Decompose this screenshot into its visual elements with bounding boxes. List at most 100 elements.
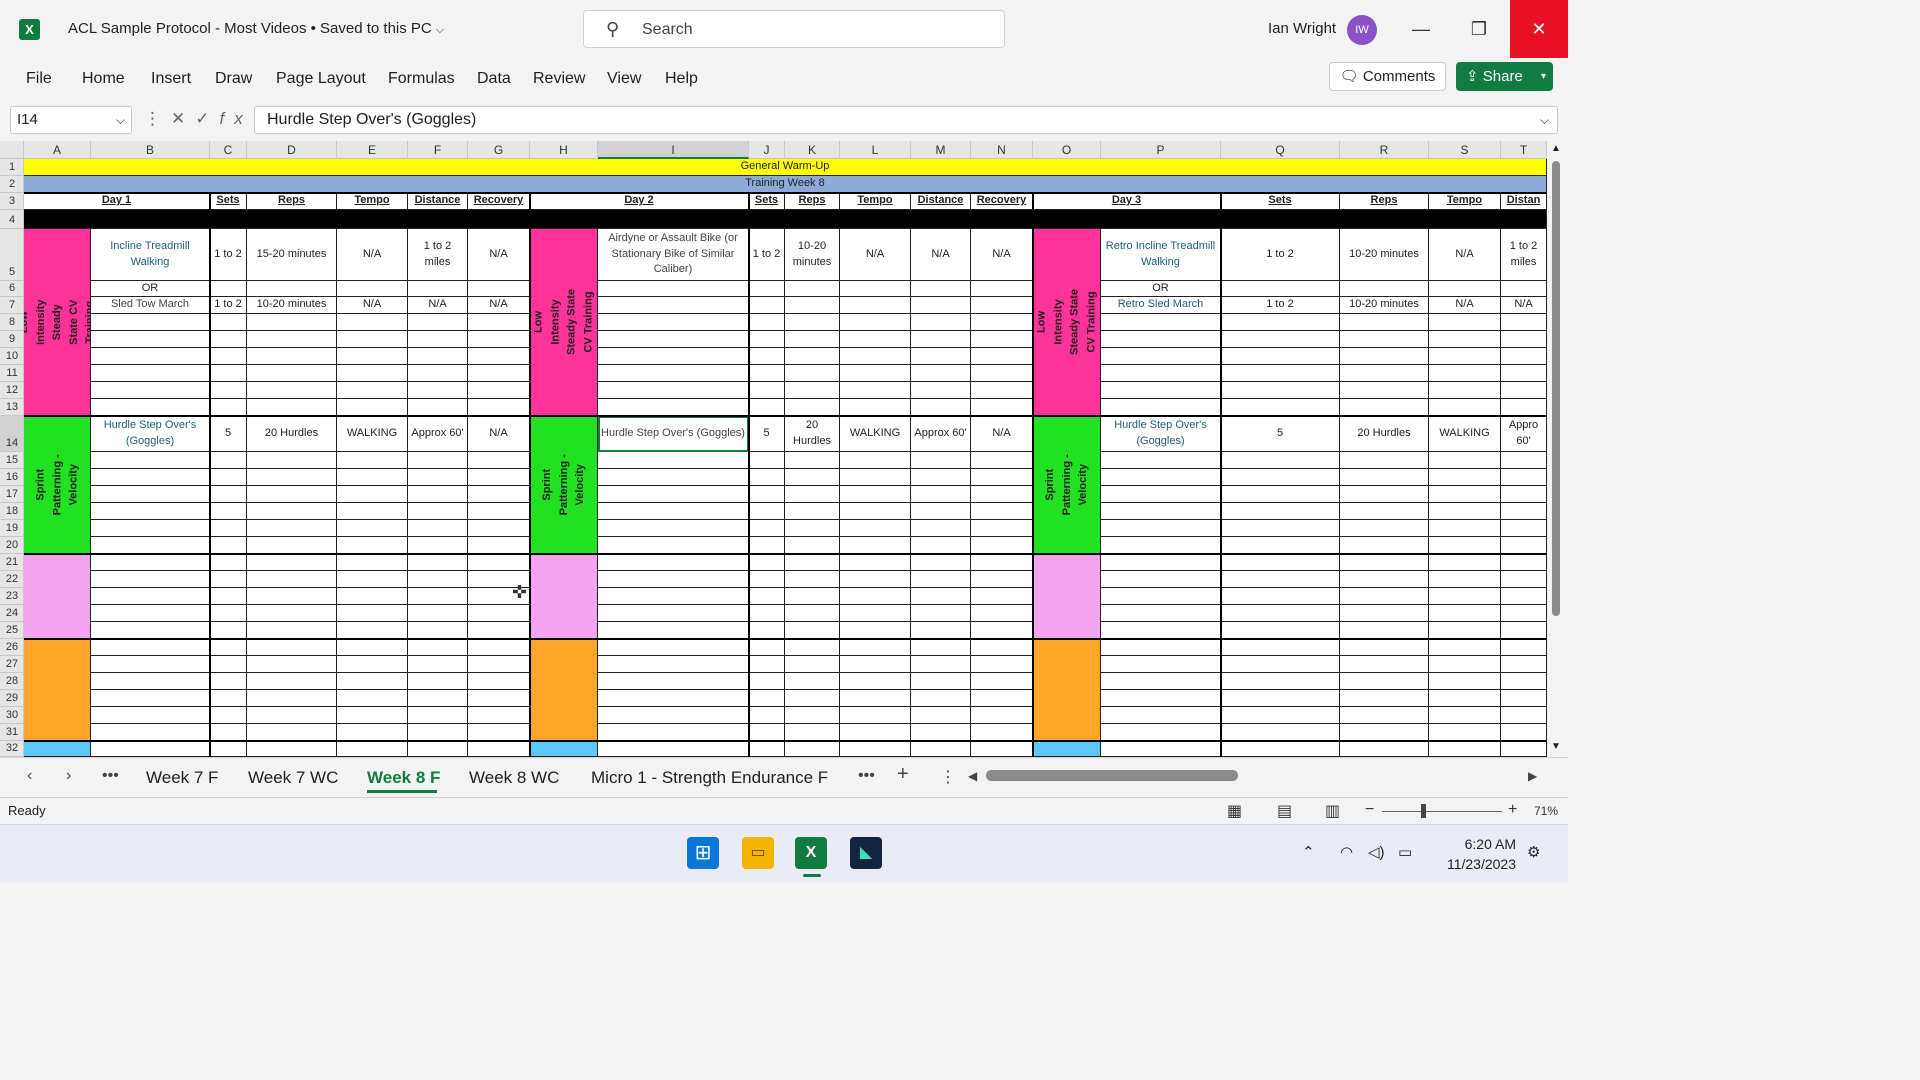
cell-s10[interactable]	[1429, 348, 1501, 365]
horizontal-scroll-thumb[interactable]	[986, 770, 1238, 781]
row-header-4[interactable]: 4	[0, 210, 24, 229]
cell-e9[interactable]	[337, 331, 408, 348]
cell-c12[interactable]	[210, 382, 247, 399]
cell-f18[interactable]	[408, 503, 468, 520]
cell-q9[interactable]	[1221, 331, 1340, 348]
cell-n15[interactable]	[971, 452, 1033, 469]
menu-data[interactable]: Data	[477, 70, 511, 88]
cell-c23[interactable]	[210, 588, 247, 605]
cell-s22[interactable]	[1429, 571, 1501, 588]
cell-p5[interactable]: Retro Incline Treadmill Walking	[1101, 229, 1221, 281]
user-name[interactable]: Ian Wright	[1268, 20, 1336, 37]
battery-icon[interactable]: ▭	[1398, 843, 1412, 861]
cell-b13[interactable]	[91, 399, 210, 416]
row-header-29[interactable]: 29	[0, 690, 24, 707]
cell-f6[interactable]	[408, 281, 468, 297]
cell-s20[interactable]	[1429, 537, 1501, 554]
tab-week-7-wc[interactable]: Week 7 WC	[248, 768, 338, 788]
cell-n32[interactable]	[971, 741, 1033, 757]
cell-k13[interactable]	[785, 399, 840, 416]
cell-l11[interactable]	[840, 365, 911, 382]
cell-c20[interactable]	[210, 537, 247, 554]
cell-m21[interactable]	[911, 554, 971, 571]
cell-d18[interactable]	[247, 503, 337, 520]
cell-r26[interactable]	[1340, 639, 1429, 656]
cell-q21[interactable]	[1221, 554, 1340, 571]
cell-j7[interactable]	[749, 297, 785, 314]
cell-f29[interactable]	[408, 690, 468, 707]
cell-m19[interactable]	[911, 520, 971, 537]
cell-j5[interactable]: 1 to 2	[749, 229, 785, 281]
cell-q28[interactable]	[1221, 673, 1340, 690]
cell-j9[interactable]	[749, 331, 785, 348]
cell-q11[interactable]	[1221, 365, 1340, 382]
cell-c28[interactable]	[210, 673, 247, 690]
cell-l10[interactable]	[840, 348, 911, 365]
cell-s12[interactable]	[1429, 382, 1501, 399]
cell-f11[interactable]	[408, 365, 468, 382]
column-header-t[interactable]: T	[1501, 141, 1547, 159]
cell-j19[interactable]	[749, 520, 785, 537]
cell-p18[interactable]	[1101, 503, 1221, 520]
cell-r10[interactable]	[1340, 348, 1429, 365]
column-header-m[interactable]: M	[911, 141, 971, 159]
header-l[interactable]: Tempo	[840, 193, 911, 210]
header-f[interactable]: Distance	[408, 193, 468, 210]
cell-q12[interactable]	[1221, 382, 1340, 399]
header-q[interactable]: Sets	[1221, 193, 1340, 210]
row-header-7[interactable]: 7	[0, 297, 24, 314]
cell-l27[interactable]	[840, 656, 911, 673]
cell-b8[interactable]	[91, 314, 210, 331]
cell-m13[interactable]	[911, 399, 971, 416]
cell-t11[interactable]	[1501, 365, 1547, 382]
menu-page-layout[interactable]: Page Layout	[276, 70, 366, 88]
cell-p9[interactable]	[1101, 331, 1221, 348]
menu-help[interactable]: Help	[665, 70, 698, 88]
cell-q17[interactable]	[1221, 486, 1340, 503]
cell-e20[interactable]	[337, 537, 408, 554]
tab-week-8-f[interactable]: Week 8 F	[367, 768, 440, 788]
cell-b21[interactable]	[91, 554, 210, 571]
add-sheet-icon[interactable]: +	[897, 763, 909, 786]
cell-d22[interactable]	[247, 571, 337, 588]
cell-m16[interactable]	[911, 469, 971, 486]
wifi-icon[interactable]: ◠	[1340, 843, 1353, 861]
header-h[interactable]: Day 2	[530, 193, 749, 210]
row-header-6[interactable]: 6	[0, 281, 24, 297]
cell-r29[interactable]	[1340, 690, 1429, 707]
cell-k19[interactable]	[785, 520, 840, 537]
cell-i8[interactable]	[598, 314, 749, 331]
cell-t22[interactable]	[1501, 571, 1547, 588]
cell-l18[interactable]	[840, 503, 911, 520]
confirm-icon[interactable]: ✓	[195, 109, 219, 128]
cell-d8[interactable]	[247, 314, 337, 331]
cell-e31[interactable]	[337, 724, 408, 741]
menu-home[interactable]: Home	[82, 70, 125, 88]
cell-r25[interactable]	[1340, 622, 1429, 639]
cell-p6[interactable]: OR	[1101, 281, 1221, 297]
cell-e32[interactable]	[337, 741, 408, 757]
cell-s16[interactable]	[1429, 469, 1501, 486]
cell-b29[interactable]	[91, 690, 210, 707]
cell-l5[interactable]: N/A	[840, 229, 911, 281]
section-orange-day1[interactable]	[24, 639, 91, 741]
cell-q32[interactable]	[1221, 741, 1340, 757]
cell-r28[interactable]	[1340, 673, 1429, 690]
cell-b18[interactable]	[91, 503, 210, 520]
cell-t29[interactable]	[1501, 690, 1547, 707]
row-header-27[interactable]: 27	[0, 656, 24, 673]
cell-f28[interactable]	[408, 673, 468, 690]
cell-l23[interactable]	[840, 588, 911, 605]
normal-view-icon[interactable]: ▦	[1227, 801, 1242, 821]
section-sprint-day1[interactable]: Sprint Patterning - Velocity	[24, 416, 91, 554]
cell-n25[interactable]	[971, 622, 1033, 639]
cell-i12[interactable]	[598, 382, 749, 399]
cell-q8[interactable]	[1221, 314, 1340, 331]
cell-d26[interactable]	[247, 639, 337, 656]
row-header-26[interactable]: 26	[0, 639, 24, 656]
cell-c10[interactable]	[210, 348, 247, 365]
cell-i9[interactable]	[598, 331, 749, 348]
cell-k22[interactable]	[785, 571, 840, 588]
column-header-c[interactable]: C	[210, 141, 247, 159]
cell-n6[interactable]	[971, 281, 1033, 297]
